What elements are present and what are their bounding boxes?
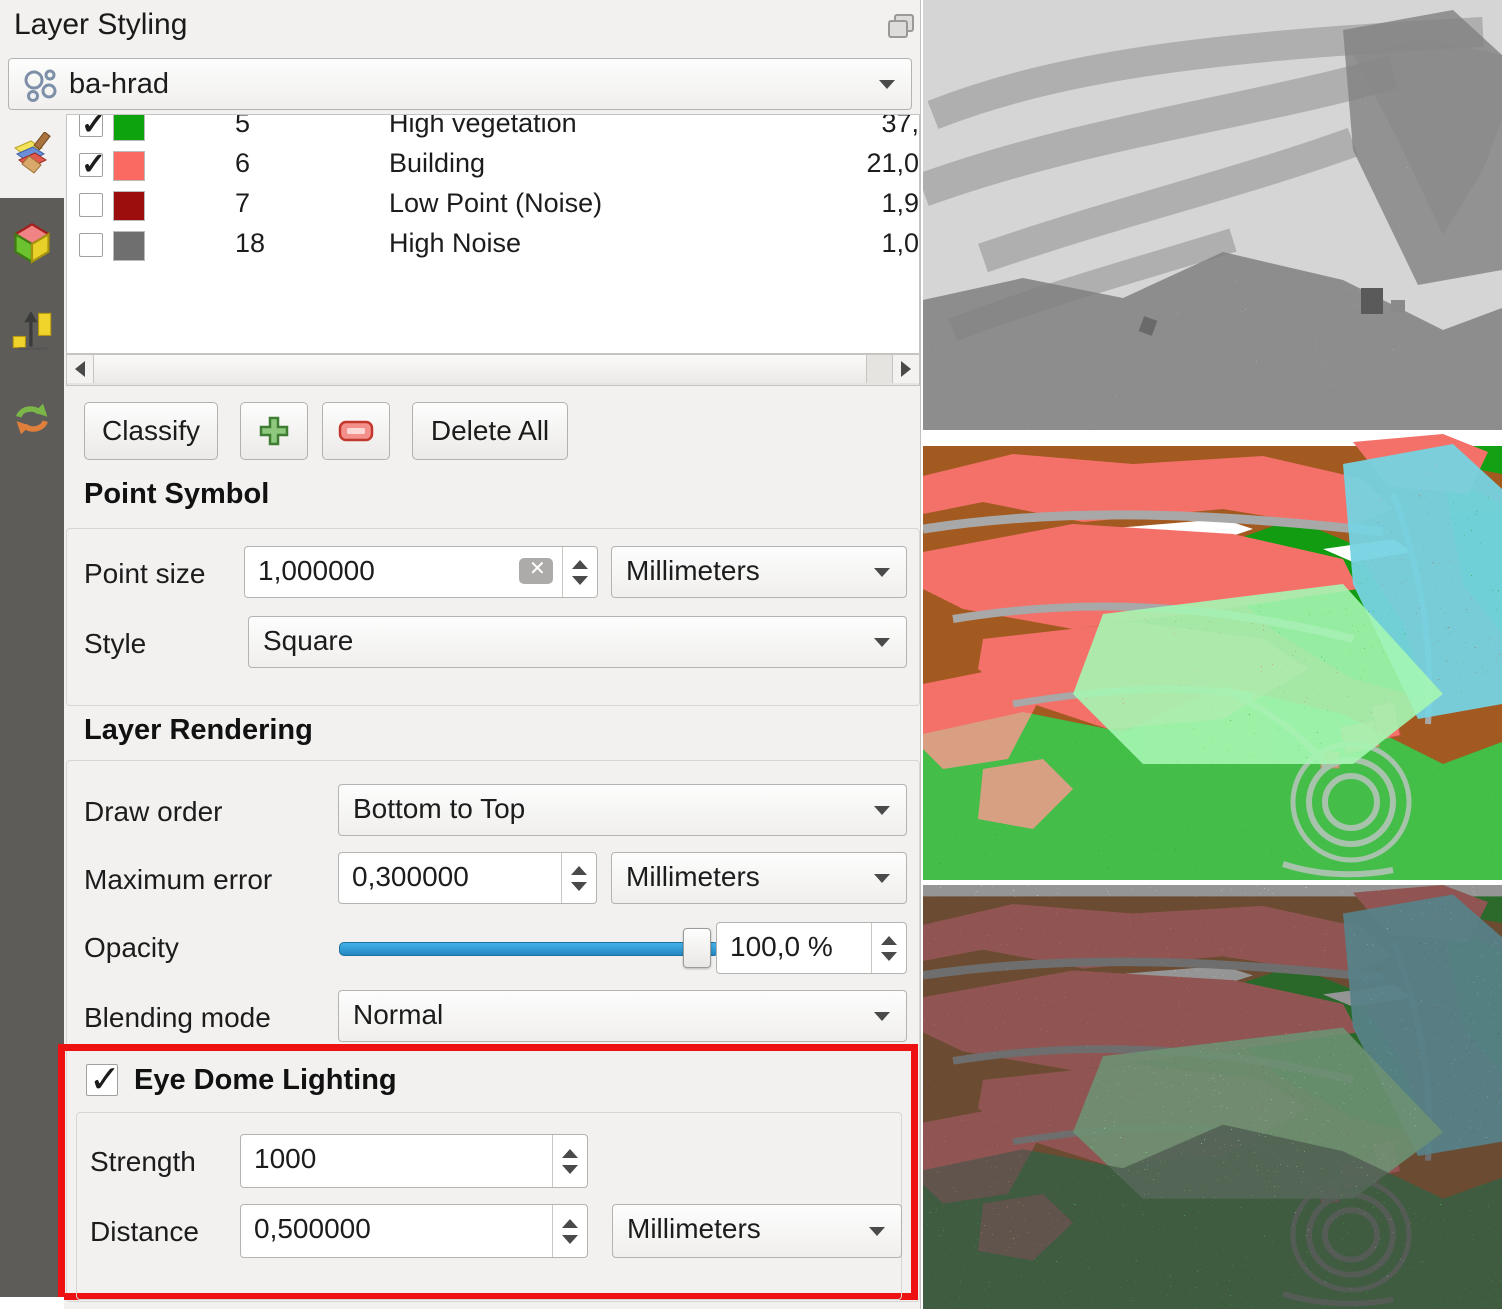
style-select[interactable]: Square bbox=[248, 616, 907, 668]
class-color-swatch[interactable] bbox=[113, 231, 145, 261]
tab-elevation[interactable] bbox=[0, 288, 64, 374]
edl-checkbox[interactable] bbox=[86, 1064, 118, 1096]
panel-title: Layer Styling bbox=[14, 8, 187, 42]
panel-corner bbox=[0, 1297, 64, 1309]
table-row: 7 Low Point (Noise) 1,9 bbox=[67, 185, 919, 225]
edl-strength-input[interactable]: 1000 bbox=[240, 1134, 588, 1188]
point-size-label: Point size bbox=[84, 558, 205, 590]
float-panel-icon[interactable] bbox=[888, 14, 914, 38]
maximum-error-unit-select[interactable]: Millimeters bbox=[611, 852, 907, 904]
scroll-left-button[interactable] bbox=[67, 355, 94, 383]
draw-order-label: Draw order bbox=[84, 796, 222, 828]
minus-icon bbox=[338, 420, 374, 442]
opacity-label: Opacity bbox=[84, 932, 179, 964]
layer-name: ba-hrad bbox=[69, 68, 169, 101]
table-row: 18 High Noise 1,0 bbox=[67, 225, 919, 265]
point-symbol-heading: Point Symbol bbox=[84, 478, 269, 511]
point-size-spinner[interactable] bbox=[562, 547, 597, 597]
edl-distance-input[interactable]: 0,500000 bbox=[240, 1204, 588, 1258]
point-size-unit-select[interactable]: Millimeters bbox=[611, 546, 907, 598]
paintbrush-icon bbox=[9, 132, 55, 178]
point-cloud-layer-icon bbox=[23, 67, 63, 103]
chevron-down-icon bbox=[869, 1227, 885, 1236]
row-visibility-checkbox[interactable] bbox=[79, 114, 103, 137]
clear-value-icon[interactable] bbox=[519, 558, 553, 584]
chevron-down-icon bbox=[874, 568, 890, 577]
elevation-icon bbox=[10, 309, 54, 353]
edl-distance-label: Distance bbox=[90, 1216, 199, 1248]
scrollbar-thumb[interactable] bbox=[94, 355, 867, 383]
layer-rendering-heading: Layer Rendering bbox=[84, 714, 313, 747]
row-visibility-checkbox[interactable] bbox=[79, 233, 103, 257]
blending-mode-select[interactable]: Normal bbox=[338, 990, 907, 1042]
layer-selector[interactable]: ba-hrad bbox=[8, 58, 912, 110]
table-horizontal-scrollbar[interactable] bbox=[66, 354, 920, 386]
history-icon bbox=[10, 397, 54, 441]
edl-strength-label: Strength bbox=[90, 1146, 196, 1178]
edl-strength-spinner[interactable] bbox=[552, 1135, 587, 1187]
chevron-down-icon bbox=[879, 80, 895, 89]
classify-button[interactable]: Classify bbox=[84, 402, 218, 460]
row-visibility-checkbox[interactable] bbox=[79, 193, 103, 217]
preview-classified-flat bbox=[923, 434, 1502, 880]
class-color-swatch[interactable] bbox=[113, 114, 145, 141]
classification-table[interactable]: 5 High vegetation 37, 6 Building 21,0 7 … bbox=[66, 114, 920, 354]
point-size-input[interactable]: 1,000000 bbox=[244, 546, 598, 598]
preview-edl-sketch bbox=[923, 0, 1502, 430]
maximum-error-spinner[interactable] bbox=[561, 853, 596, 903]
opacity-slider-handle[interactable] bbox=[683, 928, 711, 968]
class-color-swatch[interactable] bbox=[113, 191, 145, 221]
add-class-button[interactable] bbox=[240, 402, 308, 460]
blending-mode-label: Blending mode bbox=[84, 1002, 271, 1034]
scroll-right-button[interactable] bbox=[892, 355, 919, 383]
edl-distance-unit-select[interactable]: Millimeters bbox=[612, 1204, 902, 1258]
3d-cube-icon bbox=[10, 221, 54, 265]
edl-label: Eye Dome Lighting bbox=[134, 1064, 397, 1097]
plus-icon bbox=[257, 414, 291, 448]
remove-class-button[interactable] bbox=[322, 402, 390, 460]
draw-order-select[interactable]: Bottom to Top bbox=[338, 784, 907, 836]
tab-3d-view[interactable] bbox=[0, 200, 64, 286]
app-window: Layer Styling ba-hrad bbox=[0, 0, 1502, 1309]
maximum-error-label: Maximum error bbox=[84, 864, 272, 896]
tab-history[interactable] bbox=[0, 376, 64, 462]
edl-distance-spinner[interactable] bbox=[552, 1205, 587, 1257]
layer-styling-panel: Layer Styling ba-hrad bbox=[0, 0, 921, 1309]
class-color-swatch[interactable] bbox=[113, 151, 145, 181]
opacity-spinner[interactable] bbox=[871, 923, 906, 973]
tab-symbology[interactable] bbox=[0, 112, 64, 198]
opacity-spinbox[interactable]: 100,0 % bbox=[716, 922, 907, 974]
table-row: 6 Building 21,0 bbox=[67, 145, 919, 185]
preview-classified-edl bbox=[923, 885, 1502, 1309]
chevron-down-icon bbox=[874, 638, 890, 647]
table-row: 5 High vegetation 37, bbox=[67, 114, 919, 145]
maximum-error-input[interactable]: 0,300000 bbox=[338, 852, 597, 904]
style-label: Style bbox=[84, 628, 146, 660]
row-visibility-checkbox[interactable] bbox=[79, 153, 103, 177]
opacity-slider[interactable] bbox=[339, 942, 719, 956]
chevron-down-icon bbox=[874, 1012, 890, 1021]
delete-all-button[interactable]: Delete All bbox=[412, 402, 568, 460]
chevron-down-icon bbox=[874, 874, 890, 883]
chevron-down-icon bbox=[874, 806, 890, 815]
